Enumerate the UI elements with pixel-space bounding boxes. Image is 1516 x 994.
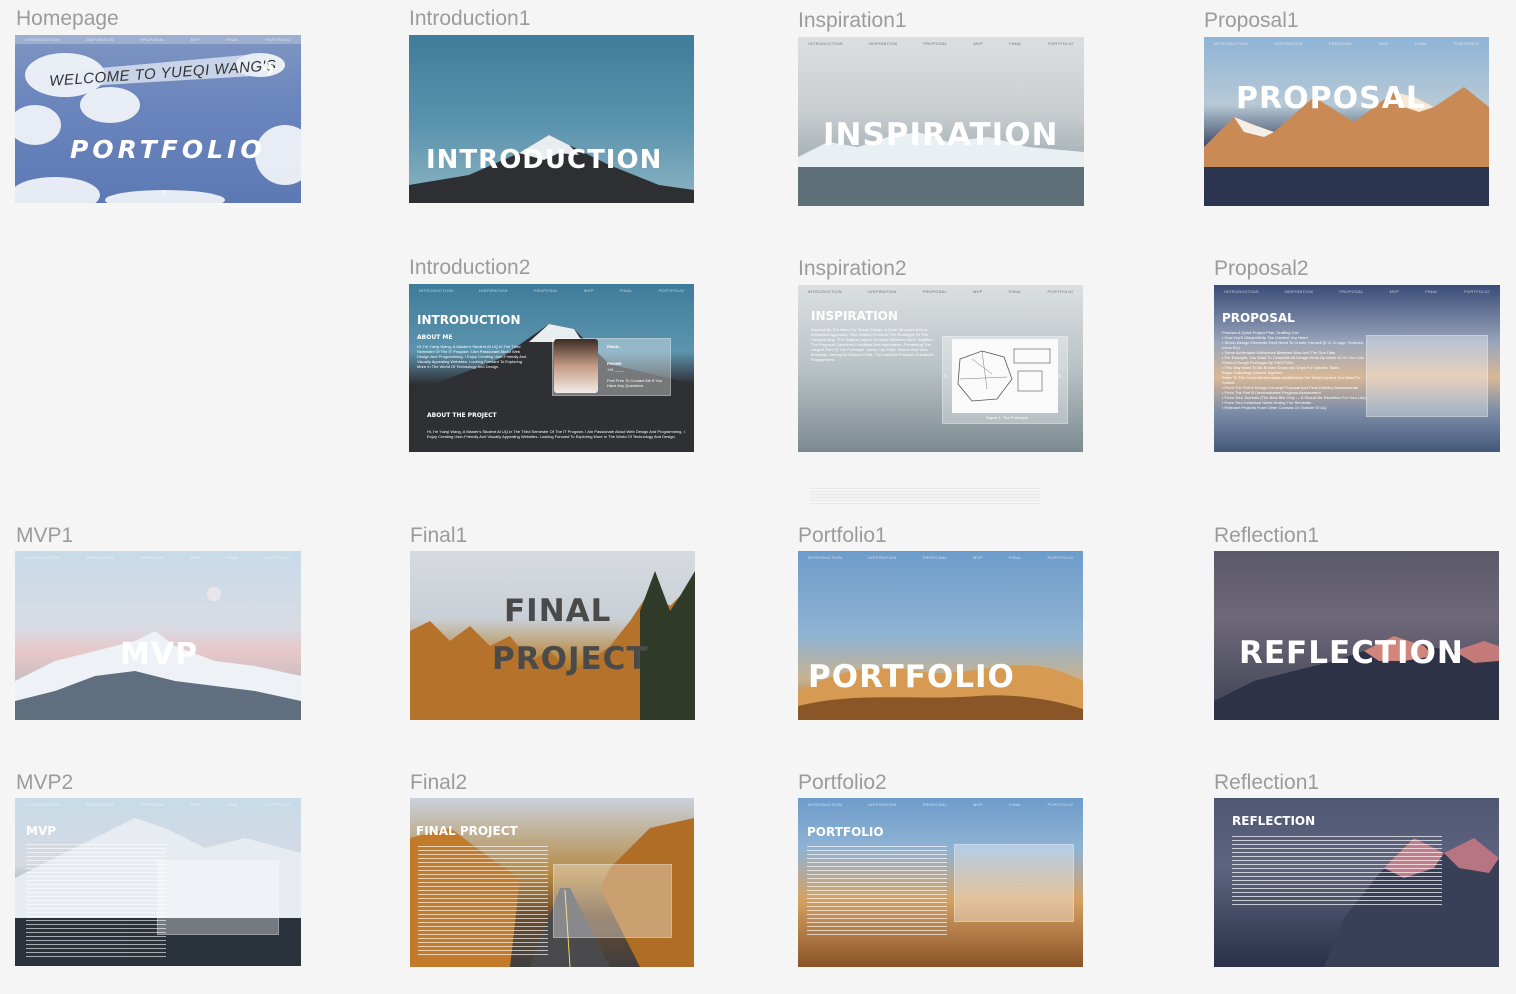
homepage-nav: INTRODUCTION INSPIRATION PROPOSAL MVP FI… (15, 35, 301, 44)
proposal2-text: Produce A Quick Project Plan, Drafting O… (1222, 330, 1367, 410)
nav-mvp[interactable]: MVP (191, 37, 201, 42)
final2-title: FINAL PROJECT (416, 824, 518, 838)
frame-inspiration2[interactable]: INTRODUCTION INSPIRATION PROPOSAL MVP FINAL P… (798, 285, 1083, 452)
frame-homepage[interactable]: INTRODUCTION INSPIRATION PROPOSAL MVP FI… (15, 35, 301, 203)
prototype-sketch-image (952, 339, 1058, 413)
frame-reflection2[interactable]: REFLECTION (1214, 798, 1499, 967)
mountain-lake-image (1204, 87, 1489, 206)
frame-label-portfolio2[interactable]: Portfolio2 (798, 772, 887, 794)
portfolio2-nav: INTRODUCTION INSPIRATION PROPOSAL MVP FINAL P… (807, 802, 1074, 807)
inspiration2-nav: INTRODUCTION INSPIRATION PROPOSAL MVP FINAL P… (807, 289, 1074, 294)
frame-label-portfolio1[interactable]: Portfolio1 (798, 525, 887, 547)
portfolio2-title: PORTFOLIO (807, 825, 884, 839)
frame-final2[interactable]: FINAL PROJECT (410, 798, 694, 967)
mountain-image (409, 135, 694, 203)
frame-label-final1[interactable]: Final1 (410, 525, 467, 547)
prototype-caption: Figure 1. The Prototype (986, 415, 1028, 420)
frame-label-homepage[interactable]: Homepage (16, 8, 119, 30)
frame-reflection1[interactable]: REFLECTION (1214, 551, 1499, 720)
frame-label-introduction2[interactable]: Introduction2 (409, 257, 530, 279)
final-title-line1: FINAL (504, 593, 612, 629)
portfolio1-title: PORTFOLIO (808, 659, 1015, 695)
inspiration2-title: INSPIRATION (811, 309, 898, 323)
frame-label-introduction1[interactable]: Introduction1 (409, 8, 530, 30)
frame-label-final2[interactable]: Final2 (410, 772, 467, 794)
nav-portfolio[interactable]: PORTFOLIO (265, 37, 291, 42)
proposal-title: PROPOSAL (1236, 81, 1427, 116)
portfolio2-panel (954, 844, 1074, 922)
about-me-heading: ABOUT ME (417, 334, 453, 341)
mvp2-panel (157, 860, 279, 935)
frame-introduction2[interactable]: INTRODUCTION INSPIRATION PROPOSAL MVP FINAL P… (409, 284, 694, 452)
frame-label-reflection1[interactable]: Reflection1 (1214, 525, 1319, 547)
frame-label-inspiration2[interactable]: Inspiration2 (798, 258, 907, 280)
phone-label: PHONE: (607, 361, 623, 366)
inspiration-title: INSPIRATION (823, 117, 1059, 153)
email-label: EMAIL: (607, 344, 621, 349)
mvp-title: MVP (120, 637, 199, 672)
frame-proposal2[interactable]: INTRODUCTION INSPIRATION PROPOSAL MVP FINAL P… (1214, 285, 1500, 452)
frame-label-mvp1[interactable]: MVP1 (16, 525, 73, 547)
introduction-title: INTRODUCTION (426, 145, 663, 175)
airplane-icon: ✈ (262, 59, 279, 81)
frame-portfolio1[interactable]: INTRODUCTION INSPIRATION PROPOSAL MVP FINAL P… (798, 551, 1083, 720)
frame-mvp1[interactable]: INTRODUCTION INSPIRATION PROPOSAL MVP FINAL P… (15, 551, 301, 720)
reflection1-title: REFLECTION (1239, 635, 1464, 671)
inspiration2-text: Inspired By The Need For Visual Design, … (811, 327, 934, 362)
nav-introduction[interactable]: INTRODUCTION (25, 37, 59, 42)
final-title-line2: PROJECT (492, 641, 649, 677)
scroll-down-icon[interactable]: ⌄ (160, 185, 168, 196)
frame-proposal1[interactable]: INTRODUCTION INSPIRATION PROPOSAL MVP FINAL P… (1204, 37, 1489, 206)
introduction2-title: INTRODUCTION (417, 313, 521, 327)
proposal2-title: PROPOSAL (1222, 311, 1295, 325)
frame-mvp2[interactable]: INTRODUCTION INSPIRATION PROPOSAL MVP FINAL P… (15, 798, 301, 966)
inspiration2-overflow-text (810, 488, 1040, 504)
reflection2-text (1232, 836, 1442, 906)
nav-proposal[interactable]: PROPOSAL (140, 37, 164, 42)
frame-label-inspiration1[interactable]: Inspiration1 (798, 10, 907, 32)
final2-text (418, 846, 548, 956)
about-project-text: Hi, I'm Yueqi Wang, A Master's Student A… (427, 429, 685, 439)
phone-value: +61 ____ (607, 367, 624, 372)
about-project-heading: ABOUT THE PROJECT (427, 412, 497, 419)
about-me-text: Hi, I'm Yueqi Wang, A Master's Student A… (417, 344, 527, 369)
frame-label-proposal1[interactable]: Proposal1 (1204, 10, 1299, 32)
contact-note: Feel Free To Contact Me If You Have Any … (607, 378, 663, 388)
frame-label-reflection2[interactable]: Reflection1 (1214, 772, 1319, 794)
frame-inspiration1[interactable]: INTRODUCTION INSPIRATION PROPOSAL MVP FINAL P… (798, 37, 1084, 206)
carousel-prev-icon[interactable]: ‹ (944, 371, 947, 380)
reflection2-title: REFLECTION (1232, 814, 1316, 828)
snow-mountain-image (15, 631, 301, 720)
final2-panel (553, 864, 672, 938)
avatar (554, 339, 598, 393)
frame-label-proposal2[interactable]: Proposal2 (1214, 258, 1309, 280)
frame-portfolio2[interactable]: INTRODUCTION INSPIRATION PROPOSAL MVP FINAL P… (798, 798, 1083, 967)
proposal2-nav: INTRODUCTION INSPIRATION PROPOSAL MVP FINAL P… (1224, 289, 1490, 294)
nav-final[interactable]: FINAL (226, 37, 239, 42)
nav-inspiration[interactable]: INSPIRATION (86, 37, 115, 42)
frame-label-mvp2[interactable]: MVP2 (16, 772, 73, 794)
mvp2-title: MVP (26, 824, 57, 838)
portfolio2-text (807, 846, 947, 936)
frame-introduction1[interactable]: INTRODUCTION (409, 35, 694, 203)
mvp2-text (26, 844, 166, 959)
frame-final1[interactable]: FINAL PROJECT (410, 551, 695, 720)
carousel-next-icon[interactable]: › (1058, 371, 1061, 380)
proposal2-panel (1366, 335, 1488, 417)
autumn-forest-image (410, 571, 695, 720)
portfolio-title: PORTFOLIO (70, 135, 266, 164)
